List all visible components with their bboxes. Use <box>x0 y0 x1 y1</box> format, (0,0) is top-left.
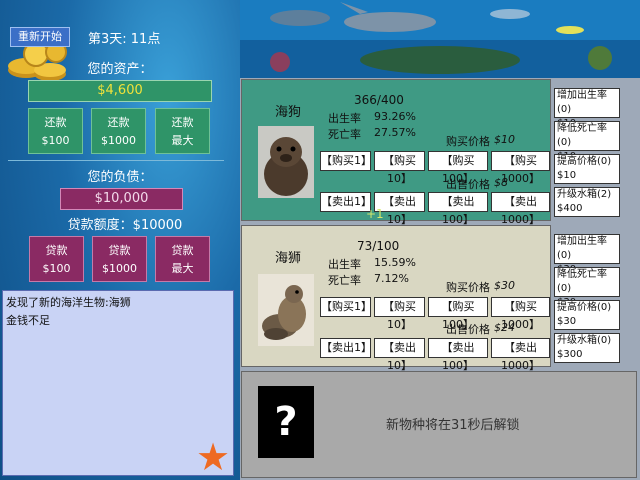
repay-max-line1: 还款 <box>171 116 194 129</box>
birth-rate-label: 出生率 <box>328 112 361 125</box>
starfish-icon: ★ <box>196 435 231 479</box>
divider <box>8 160 224 161</box>
day-time-label: 第3天: 11点 <box>88 32 161 47</box>
repay-100-button[interactable]: 还款 $100 <box>28 108 83 154</box>
sell-100-button[interactable]: 【卖出100】 <box>428 192 488 226</box>
upgrade-name: 提高价格(0) <box>557 156 612 167</box>
repay-max-line2: 最大 <box>171 134 194 147</box>
buy-10-button[interactable]: 【购买10】 <box>374 297 425 331</box>
birth-rate-value: 15.59% <box>374 256 416 269</box>
repay-100-line1: 还款 <box>44 116 67 129</box>
death-rate-label: 死亡率 <box>328 128 361 141</box>
population: 73/100 <box>357 239 400 253</box>
upgrade-tank-button[interactable]: 升级水箱(2) $400 <box>554 187 620 217</box>
upgrade-price-button[interactable]: 提高价格(0) $10 <box>554 154 620 184</box>
death-rate-label: 死亡率 <box>328 274 361 287</box>
buy-1000-button[interactable]: 【购买1000】 <box>491 151 550 185</box>
buy-1000-button[interactable]: 【购买1000】 <box>491 297 550 331</box>
buy-price-label: 购买价格 <box>446 135 490 148</box>
buy-price-label: 购买价格 <box>446 281 490 294</box>
repay-1000-button[interactable]: 还款 $1000 <box>91 108 146 154</box>
buy-10-button[interactable]: 【购买10】 <box>374 151 425 185</box>
upgrade-name: 增加出生率(0) <box>557 90 607 115</box>
buy-100-button[interactable]: 【购买100】 <box>428 151 488 185</box>
repay-max-button[interactable]: 还款 最大 <box>155 108 210 154</box>
death-rate-value: 27.57% <box>374 126 416 139</box>
ocean-banner-image <box>240 0 640 78</box>
species-name: 海狮 <box>275 251 302 266</box>
sell-1000-button[interactable]: 【卖出1000】 <box>491 192 550 226</box>
birth-rate-value: 93.26% <box>374 110 416 123</box>
log-entry: 发现了新的海洋生物:海狮 <box>6 296 131 309</box>
sell-1-button[interactable]: 【卖出1】 <box>320 338 372 358</box>
sell-1-button[interactable]: 【卖出1】 <box>320 192 372 212</box>
sea-dog-image <box>258 126 314 198</box>
buy-1-button[interactable]: 【购买1】 <box>320 151 372 171</box>
sell-100-button[interactable]: 【卖出100】 <box>428 338 488 372</box>
loan-100-line2: $100 <box>42 262 71 275</box>
upgrade-birth-rate-button[interactable]: 增加出生率(0) $30 <box>554 234 620 275</box>
repay-1000-line2: $1000 <box>101 134 136 147</box>
upgrade-death-rate-button[interactable]: 降低死亡率(0) $30 <box>554 267 620 308</box>
question-mark-icon: ? <box>258 386 314 458</box>
death-rate-value: 7.12% <box>374 272 409 285</box>
upgrade-cost: $400 <box>557 203 583 214</box>
sell-10-button[interactable]: 【卖出10】 <box>374 338 425 372</box>
upgrade-name: 升级水箱(0) <box>557 335 612 346</box>
population-gain-indicator: +1 <box>366 207 384 221</box>
buy-price-value: $10 <box>494 133 515 146</box>
sell-1000-button[interactable]: 【卖出1000】 <box>491 338 550 372</box>
buy-1-button[interactable]: 【购买1】 <box>320 297 372 317</box>
debt-label: 您的负债： <box>87 170 153 185</box>
loan-1000-button[interactable]: 贷款 $1000 <box>92 236 147 282</box>
sell-price-label: 出售价格 <box>446 323 490 336</box>
unlock-countdown: 新物种将在31秒后解锁 <box>386 418 520 433</box>
loan-100-button[interactable]: 贷款 $100 <box>29 236 84 282</box>
population: 366/400 <box>354 93 404 107</box>
log-entry: 金钱不足 <box>6 314 50 327</box>
restart-button[interactable]: 重新开始 <box>10 27 70 47</box>
sell-price-value: $8 <box>494 176 508 189</box>
birth-rate-label: 出生率 <box>328 258 361 271</box>
buy-price-value: $30 <box>494 279 515 292</box>
upgrade-name: 降低死亡率(0) <box>557 269 607 294</box>
upgrade-name: 降低死亡率(0) <box>557 123 607 148</box>
loan-max-line1: 贷款 <box>171 244 194 257</box>
upgrade-cost: $300 <box>557 349 583 360</box>
assets-value: $4,600 <box>28 80 212 102</box>
upgrade-name: 提高价格(0) <box>557 302 612 313</box>
loan-1000-line1: 贷款 <box>108 244 131 257</box>
upgrade-tank-button[interactable]: 升级水箱(0) $300 <box>554 333 620 363</box>
species-name: 海狗 <box>275 105 302 120</box>
upgrade-name: 升级水箱(2) <box>557 189 612 200</box>
repay-100-line2: $100 <box>41 134 70 147</box>
upgrade-death-rate-button[interactable]: 降低死亡率(0) $10 <box>554 121 620 162</box>
sea-lion-image <box>258 274 314 346</box>
loan-1000-line2: $1000 <box>102 262 137 275</box>
upgrade-cost: $10 <box>557 170 577 181</box>
upgrade-name: 增加出生率(0) <box>557 236 607 261</box>
sell-price-label: 出售价格 <box>446 178 490 191</box>
upgrade-price-button[interactable]: 提高价格(0) $30 <box>554 300 620 330</box>
assets-label: 您的资产： <box>87 62 153 77</box>
loan-100-line1: 贷款 <box>45 244 68 257</box>
loan-max-button[interactable]: 贷款 最大 <box>155 236 210 282</box>
sell-price-value: $24 <box>494 321 515 334</box>
repay-1000-line1: 还款 <box>107 116 130 129</box>
credit-limit-label: 贷款额度：$10000 <box>67 218 183 233</box>
loan-max-line2: 最大 <box>171 262 194 275</box>
buy-100-button[interactable]: 【购买100】 <box>428 297 488 331</box>
upgrade-cost: $30 <box>557 316 577 327</box>
upgrade-birth-rate-button[interactable]: 增加出生率(0) $10 <box>554 88 620 129</box>
debt-value: $10,000 <box>60 188 183 210</box>
